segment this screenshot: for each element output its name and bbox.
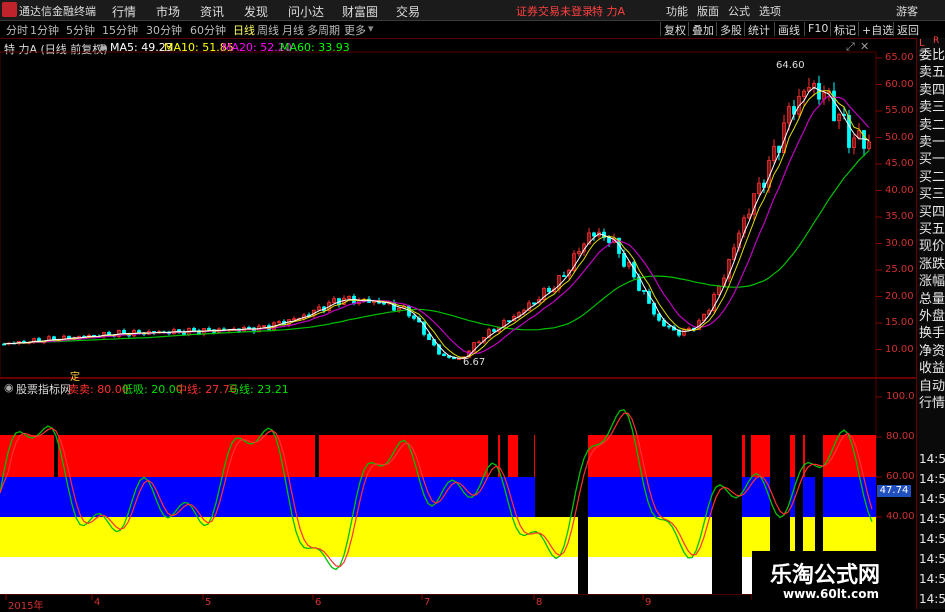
band-gap	[712, 517, 742, 557]
low-price-label: 6.67	[463, 357, 486, 368]
indicator-settings-icon[interactable]: ◉	[4, 381, 14, 394]
date-tick-label: 6	[315, 597, 322, 608]
ma20-line	[3, 95, 870, 355]
indicator-current-value: 47.74	[877, 485, 911, 497]
candle-body	[592, 232, 596, 237]
quote-field-label: 行情	[919, 396, 945, 411]
band-gap	[815, 435, 823, 477]
candle-body	[622, 253, 626, 267]
tick-time-label: 14:50	[919, 452, 945, 466]
tick-time-label: 14:50	[919, 592, 945, 606]
candle-body	[427, 334, 431, 341]
date-tick-label: 2015年	[8, 601, 44, 612]
price-tick-label: 65.00	[885, 52, 914, 63]
band-gap	[488, 435, 498, 477]
band-blue	[0, 477, 876, 517]
price-tick-label: 15.00	[885, 317, 914, 328]
tick-time-label: 14:50	[919, 492, 945, 506]
band-gap	[315, 435, 319, 477]
tick-time-label: 14:50	[919, 532, 945, 546]
ma10-line	[3, 90, 870, 359]
tick-time-label: 14:50	[919, 472, 945, 486]
date-axis-ticks	[5, 594, 753, 600]
band-gap	[712, 557, 742, 594]
candle-body	[442, 353, 446, 356]
candle-body	[667, 325, 671, 328]
band-gap	[712, 435, 742, 477]
high-price-label: 64.60	[776, 60, 805, 71]
chart-canvas	[0, 51, 916, 600]
band-red	[0, 435, 876, 477]
panel-toggle-r[interactable]: R	[933, 36, 939, 46]
band-gap	[745, 435, 751, 477]
tick-time-label: 14:50	[919, 512, 945, 526]
price-tick-label: 10.00	[885, 343, 914, 355]
band-gap	[518, 435, 534, 477]
band-white	[0, 557, 876, 594]
indicator-tick-label: 100.0	[886, 391, 915, 402]
candle-body	[492, 329, 496, 332]
price-panel-frame	[0, 51, 877, 379]
band-gap	[770, 435, 790, 477]
tick-time-label: 14:50	[919, 552, 945, 566]
date-tick-label: 9	[645, 597, 652, 608]
price-tick-label: 45.00	[885, 158, 914, 169]
indicator-tick-label: 80.00	[886, 431, 915, 442]
watermark-title: 乐淘公式网	[770, 563, 881, 588]
candle-body	[412, 315, 416, 319]
quote-side-panel: L R 委比 卖五 卖四 卖三 卖二 卖一 买一 买二 买三 买四 买五 现价 涨跌 涨幅 总量 外盘 换手 净资…	[916, 36, 945, 609]
indicator-ma-value: 马线: 23.21	[228, 383, 289, 396]
tick-time-label: 14:50	[919, 572, 945, 586]
watermark-url: www.60lt.com	[783, 587, 880, 601]
candle-body	[532, 302, 536, 305]
price-axis-ticks	[876, 57, 882, 350]
date-tick-label: 8	[536, 597, 543, 608]
band-gap	[578, 517, 588, 557]
band-yellow	[0, 517, 876, 557]
candle-body	[207, 328, 211, 331]
price-tick-label: 20.00	[885, 290, 914, 302]
ma5-line	[3, 86, 870, 359]
price-tick-label: 25.00	[885, 264, 914, 275]
band-gap	[795, 435, 803, 477]
candle-body	[192, 328, 196, 332]
price-tick-label: 40.00	[885, 184, 914, 196]
date-tick-label: 4	[94, 597, 101, 608]
candlestick-series	[2, 75, 871, 361]
candle-body	[247, 326, 251, 329]
price-tick-label: 35.00	[885, 211, 914, 222]
candle-body	[562, 275, 566, 277]
band-gap	[578, 435, 588, 477]
indicator-name: 股票指标网	[16, 383, 71, 396]
candle-body	[547, 287, 551, 293]
indicator-tick-label: 40.00	[886, 511, 915, 522]
price-tick-label: 50.00	[885, 131, 914, 143]
band-gap	[815, 477, 823, 517]
date-tick-label: 5	[205, 597, 212, 608]
band-gap	[578, 477, 588, 517]
indicator-tick-label: 60.00	[886, 471, 915, 482]
indicator-axis-ticks	[876, 396, 882, 558]
date-tick-label: 7	[424, 597, 431, 608]
indicator-sell-value: 卖卖: 80.00	[68, 383, 129, 396]
band-gap	[578, 557, 588, 594]
candle-body	[382, 302, 386, 305]
price-tick-label: 55.00	[885, 105, 914, 116]
indicator-low-value: 低吸: 20.00	[122, 383, 183, 396]
candle-body	[507, 320, 511, 323]
price-tick-label: 30.00	[885, 237, 914, 249]
price-tick-label: 60.00	[885, 78, 914, 90]
candle-body	[642, 290, 646, 292]
